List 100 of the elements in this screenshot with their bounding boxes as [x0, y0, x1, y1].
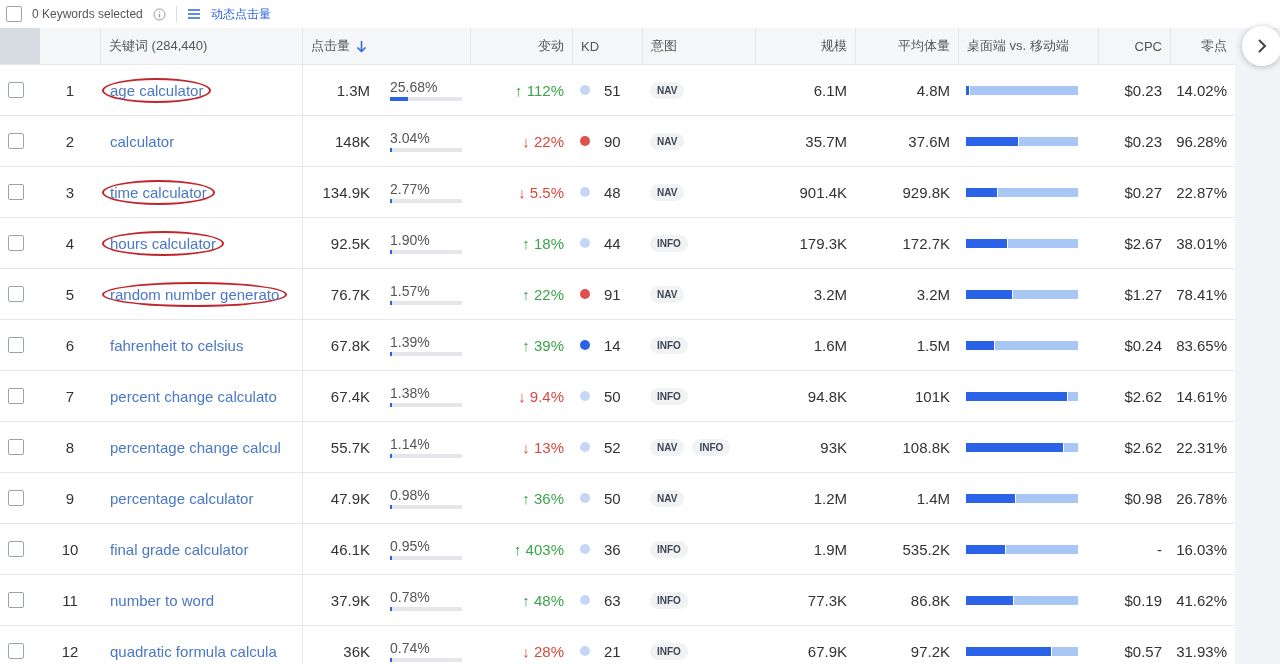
change-value: ↑ 48%	[522, 591, 564, 609]
click-share: 1.38%	[390, 385, 431, 401]
keyword-link[interactable]: percent change calculato	[102, 383, 285, 409]
row-checkbox[interactable]	[8, 133, 24, 149]
rank-cell-text: 5	[64, 284, 76, 305]
circled-keyword-link[interactable]: time calculator	[102, 179, 215, 205]
cpc-cell-text: $0.57	[1123, 641, 1163, 662]
row-checkbox[interactable]	[8, 286, 24, 302]
kd-cell: 50	[604, 387, 621, 405]
kd-cell: 36	[604, 540, 621, 558]
clicks-cell: 55.7K	[330, 438, 370, 456]
cpc-cell-text: $1.27	[1123, 284, 1163, 305]
row-checkbox[interactable]	[8, 388, 24, 404]
column-header[interactable]: 关键词 (284,440)	[100, 28, 302, 64]
select-all-checkbox[interactable]	[6, 6, 22, 22]
change-value: ↓ 22%	[522, 132, 564, 150]
average-cell-text: 929.8K	[901, 182, 951, 203]
change-value: ↓ 13%	[522, 438, 564, 456]
cpc-cell-text: $0.23	[1123, 80, 1163, 101]
keyword-link[interactable]: fahrenheit to celsius	[102, 332, 252, 358]
keyword-link[interactable]: quadratic formula calcula	[102, 638, 285, 664]
intent-tag: INFO	[650, 387, 688, 405]
sort-down-icon[interactable]	[356, 39, 367, 53]
intent-tag: NAV	[650, 438, 685, 456]
zero-click-cell-text: 38.01%	[1175, 233, 1228, 254]
chevron-right-icon	[1257, 38, 1267, 54]
click-share: 1.90%	[390, 232, 431, 248]
clicks-cell: 37.9K	[330, 591, 370, 609]
view-link[interactable]: 动态点击量	[210, 5, 271, 23]
kd-cell: 14	[604, 336, 621, 354]
column-header[interactable]: KD	[572, 28, 642, 64]
column-header[interactable]: CPC	[1098, 28, 1170, 64]
volume-cell-text: 35.7M	[804, 131, 848, 152]
rank-cell-text: 1	[64, 80, 76, 101]
row-checkbox[interactable]	[8, 592, 24, 608]
circled-keyword-link[interactable]: random number generato	[102, 281, 288, 307]
click-share: 2.77%	[390, 181, 431, 197]
kd-cell: 50	[604, 489, 621, 507]
intent-tag: INFO	[650, 642, 688, 660]
rank-cell-text: 2	[64, 131, 76, 152]
change-value: ↑ 18%	[522, 234, 564, 252]
clicks-cell: 67.8K	[330, 336, 370, 354]
row-checkbox[interactable]	[8, 490, 24, 506]
volume-cell-text: 1.2M	[812, 488, 848, 509]
click-share: 1.57%	[390, 283, 431, 299]
zero-click-cell-text: 83.65%	[1175, 335, 1228, 356]
keyword-link[interactable]: final grade calculator	[102, 536, 257, 562]
circled-keyword-link[interactable]: age calculator	[102, 77, 212, 103]
zero-click-cell-text: 22.87%	[1175, 182, 1228, 203]
change-value: ↑ 22%	[522, 285, 564, 303]
keyword-link[interactable]: calculator	[102, 128, 183, 154]
row-checkbox[interactable]	[8, 184, 24, 200]
zero-click-cell-text: 16.03%	[1175, 539, 1228, 560]
volume-cell-text: 901.4K	[798, 182, 848, 203]
intent-tag: INFO	[650, 336, 688, 354]
click-share: 0.98%	[390, 487, 431, 503]
kd-cell: 51	[604, 81, 621, 99]
average-cell-text: 1.4M	[915, 488, 951, 509]
intent-tag: NAV	[650, 81, 685, 99]
keyword-link[interactable]: percentage calculator	[102, 485, 262, 511]
clicks-cell: 134.9K	[322, 183, 370, 201]
rank-cell-text: 6	[64, 335, 76, 356]
cpc-cell-text: $0.19	[1123, 590, 1163, 611]
click-share: 1.14%	[390, 436, 431, 452]
clicks-cell: 1.3M	[336, 81, 370, 99]
average-cell-text: 108.8K	[901, 437, 951, 458]
column-header[interactable]: 意图	[642, 28, 755, 64]
volume-cell-text: 6.1M	[812, 80, 848, 101]
row-checkbox[interactable]	[8, 82, 24, 98]
row-checkbox[interactable]	[8, 235, 24, 251]
zero-click-cell-text: 96.28%	[1175, 131, 1228, 152]
click-share: 0.95%	[390, 538, 431, 554]
cpc-cell-text: $0.98	[1123, 488, 1163, 509]
change-value: ↑ 36%	[522, 489, 564, 507]
zero-click-cell-text: 41.62%	[1175, 590, 1228, 611]
clicks-cell: 46.1K	[330, 540, 370, 558]
cpc-cell-text: $0.27	[1123, 182, 1163, 203]
volume-cell-text: 67.9K	[806, 641, 848, 662]
kd-cell: 52	[604, 438, 621, 456]
volume-cell-text: 3.2M	[812, 284, 848, 305]
cpc-cell-text: -	[1156, 539, 1163, 560]
average-cell-text: 535.2K	[901, 539, 951, 560]
keyword-link[interactable]: percentage change calcul	[102, 434, 289, 460]
rank-cell-text: 12	[60, 641, 80, 662]
row-checkbox[interactable]	[8, 337, 24, 353]
circled-keyword-link[interactable]: hours calculator	[102, 230, 224, 256]
column-header[interactable]: 变动	[470, 28, 572, 64]
average-cell-text: 4.8M	[915, 80, 951, 101]
intent-tag: NAV	[650, 132, 685, 150]
row-checkbox[interactable]	[8, 643, 24, 659]
change-value: ↓ 5.5%	[518, 183, 564, 201]
keyword-link[interactable]: number to word	[102, 587, 223, 613]
change-value: ↑ 403%	[513, 540, 564, 558]
column-header[interactable]: 点击量	[311, 37, 350, 55]
column-header[interactable]: 规模	[755, 28, 855, 64]
row-checkbox[interactable]	[8, 439, 24, 455]
column-header[interactable]: 平均体量	[855, 28, 958, 64]
column-header[interactable]: 桌面端 vs. 移动端	[958, 28, 1098, 64]
row-checkbox[interactable]	[8, 541, 24, 557]
clicks-cell: 36K	[343, 642, 370, 660]
